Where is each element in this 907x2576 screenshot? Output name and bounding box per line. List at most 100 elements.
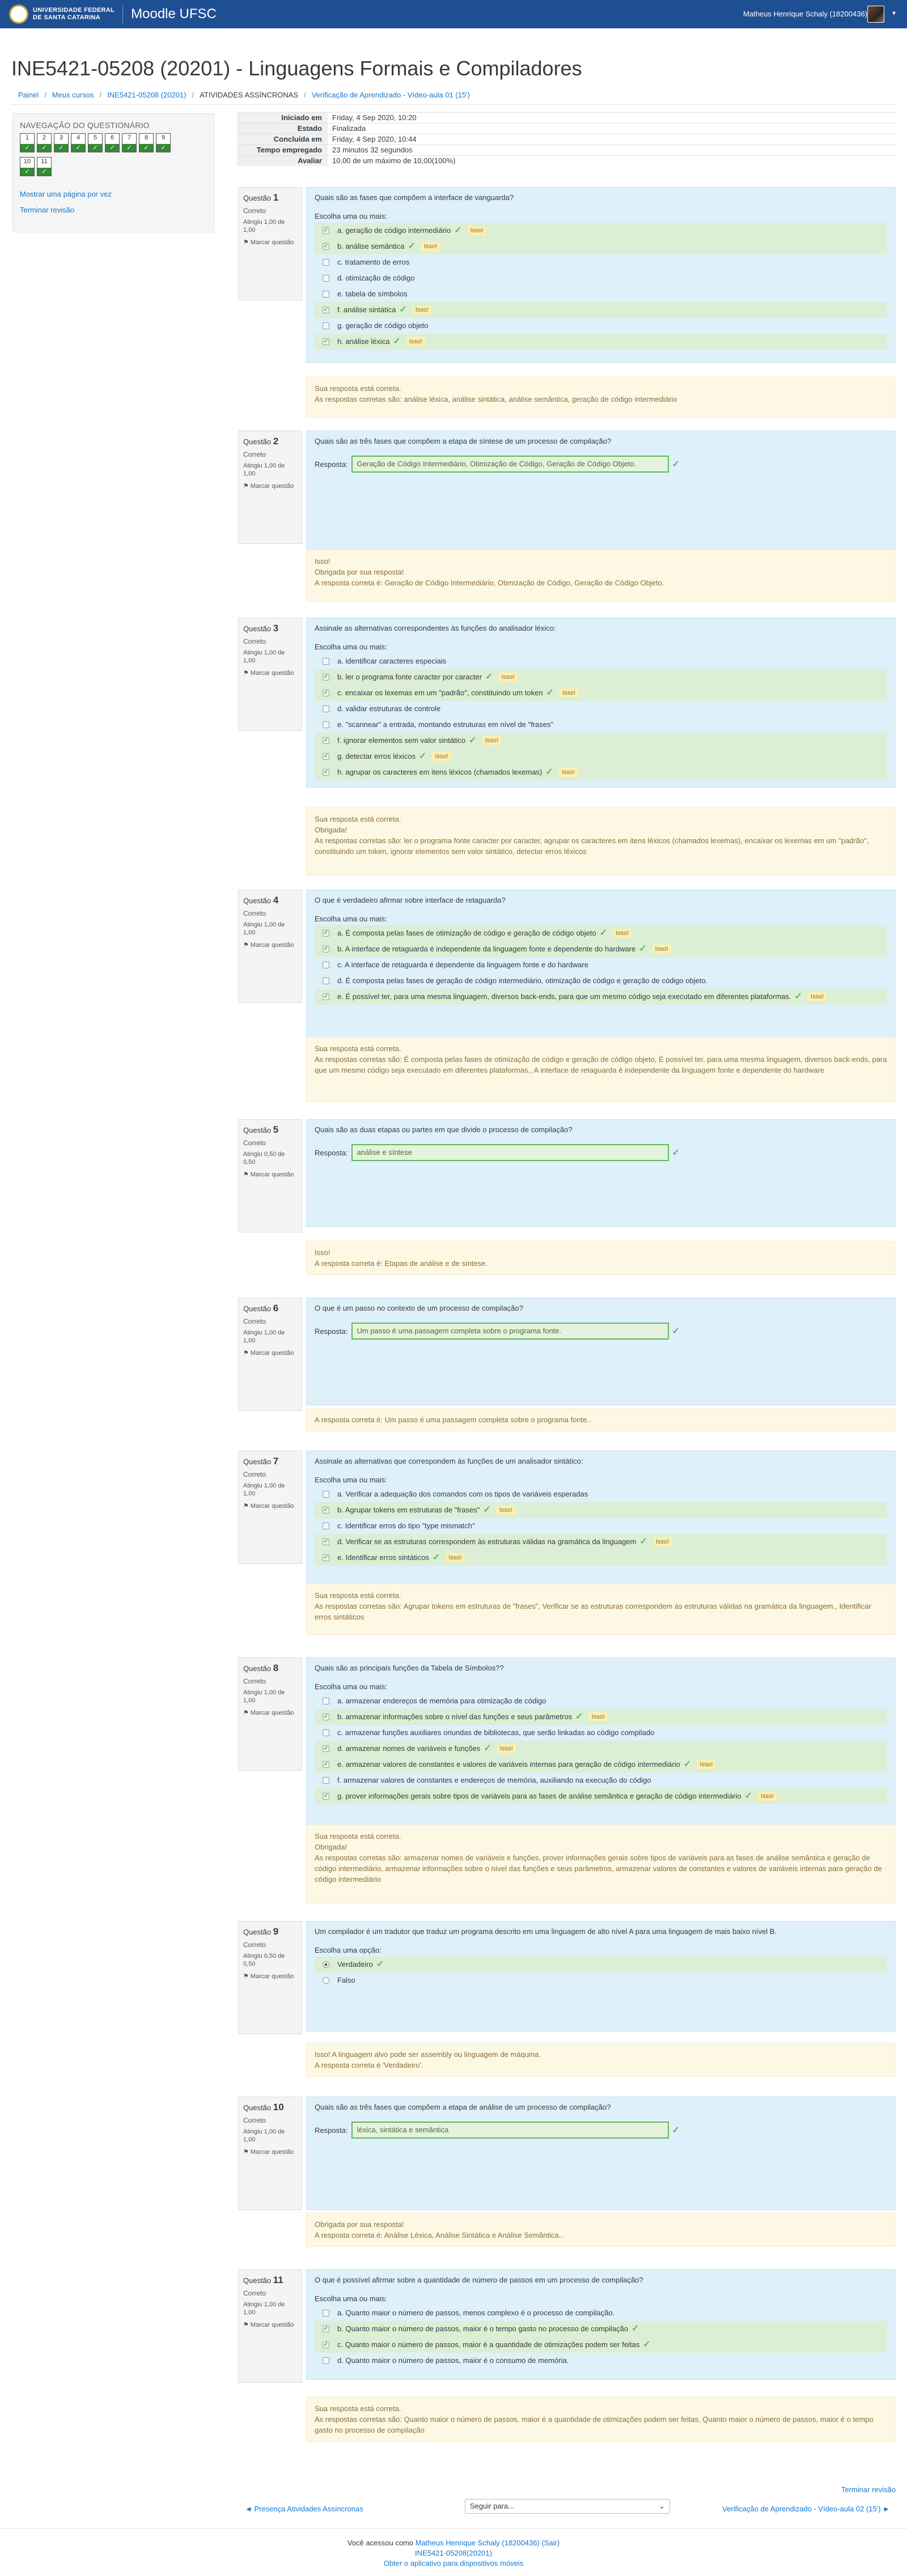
checkbox[interactable]: [323, 1761, 329, 1768]
answer-option[interactable]: Falso: [315, 1973, 887, 1988]
avatar[interactable]: [867, 6, 884, 23]
checkbox[interactable]: [323, 993, 329, 1000]
answer-option[interactable]: b. A interface de retaguarda é independe…: [315, 941, 887, 957]
jump-to-select[interactable]: Seguir para... ⌄: [465, 2499, 670, 2514]
answer-option[interactable]: h. análise léxica✓ Isso!: [315, 334, 887, 350]
checkbox[interactable]: [323, 291, 329, 297]
answer-option[interactable]: h. agrupar os caracteres em itens léxico…: [315, 764, 887, 780]
checkbox[interactable]: [323, 259, 329, 266]
quiz-nav-button[interactable]: 7 ✓: [122, 133, 137, 152]
quiz-nav-button[interactable]: 5 ✓: [88, 133, 103, 152]
answer-option[interactable]: c. tratamento de erros: [315, 254, 887, 270]
show-one-page-link[interactable]: Mostrar uma página por vez: [20, 190, 112, 198]
user-name[interactable]: Matheus Henrique Schaly (18200436): [743, 10, 867, 18]
radio-button[interactable]: [323, 1961, 329, 1968]
checkbox[interactable]: [323, 769, 329, 776]
checkbox[interactable]: [323, 1538, 329, 1545]
checkbox[interactable]: [323, 737, 329, 744]
answer-option[interactable]: d. Quanto maior o número de passos, maio…: [315, 2353, 887, 2369]
checkbox[interactable]: [323, 275, 329, 282]
brand[interactable]: UNIVERSIDADE FEDERAL DE SANTA CATARINA M…: [9, 5, 217, 24]
breadcrumb-my-courses[interactable]: Meus cursos: [52, 91, 94, 99]
answer-option[interactable]: a. identificar caracteres especiais: [315, 653, 887, 669]
answer-option[interactable]: c. A interface de retaguarda é dependent…: [315, 957, 887, 973]
answer-option[interactable]: a. Verificar a adequação dos comandos co…: [315, 1486, 887, 1502]
flag-question-button[interactable]: ⚑ Marcar questão: [243, 2148, 297, 2156]
next-activity-link[interactable]: Verificação de Aprendizado - Vídeo-aula …: [722, 2505, 890, 2513]
checkbox[interactable]: [323, 322, 329, 329]
flag-question-button[interactable]: ⚑ Marcar questão: [243, 2321, 297, 2329]
checkbox[interactable]: [323, 243, 329, 250]
answer-option[interactable]: g. prover informações gerais sobre tipos…: [315, 1788, 887, 1804]
checkbox[interactable]: [323, 1793, 329, 1800]
checkbox[interactable]: [323, 930, 329, 937]
checkbox[interactable]: [323, 227, 329, 234]
checkbox[interactable]: [323, 1507, 329, 1514]
checkbox[interactable]: [323, 962, 329, 968]
checkbox[interactable]: [323, 690, 329, 696]
answer-option[interactable]: Verdadeiro ✓: [315, 1957, 887, 1973]
flag-question-button[interactable]: ⚑ Marcar questão: [243, 669, 297, 677]
flag-question-button[interactable]: ⚑ Marcar questão: [243, 1502, 297, 1510]
answer-option[interactable]: b. análise semântica✓ Isso!: [315, 239, 887, 254]
checkbox[interactable]: [323, 2341, 329, 2348]
checkbox[interactable]: [323, 674, 329, 681]
answer-option[interactable]: e. É possível ter, para uma mesma lingua…: [315, 989, 887, 1005]
breadcrumb-quiz[interactable]: Verificação de Aprendizado - Vídeo-aula …: [312, 91, 470, 99]
checkbox[interactable]: [323, 2310, 329, 2316]
quiz-nav-button[interactable]: 2 ✓: [37, 133, 52, 152]
answer-option[interactable]: g. geração de código objeto: [315, 318, 887, 334]
answer-option[interactable]: c. encaixar os lexemas em um "padrão", c…: [315, 685, 887, 701]
flag-question-button[interactable]: ⚑ Marcar questão: [243, 1349, 297, 1357]
mobile-app-link[interactable]: Obter o aplicativo para dispositivos móv…: [384, 2559, 523, 2568]
footer-course-link[interactable]: INE5421-05208(20201): [415, 2549, 492, 2557]
checkbox[interactable]: [323, 338, 329, 345]
answer-option[interactable]: a. armazenar endereços de memória para o…: [315, 1693, 887, 1709]
answer-option[interactable]: b. armazenar informações sobre o nível d…: [315, 1709, 887, 1725]
checkbox[interactable]: [323, 307, 329, 313]
answer-option[interactable]: e. Identificar erros sintáticos✓ Isso!: [315, 1550, 887, 1566]
answer-option[interactable]: e. "scannear" a entrada, montando estrut…: [315, 717, 887, 733]
answer-option[interactable]: b. Agrupar tokens em estruturas de "fras…: [315, 1502, 887, 1518]
checkbox[interactable]: [323, 946, 329, 953]
answer-option[interactable]: e. tabela de símbolos: [315, 286, 887, 302]
answer-option[interactable]: d. armazenar nomes de variáveis e funçõe…: [315, 1741, 887, 1757]
previous-activity-link[interactable]: ◄ Presença Atividades Assíncronas: [245, 2505, 363, 2513]
finish-review-link[interactable]: Terminar revisão: [20, 206, 74, 214]
answer-option[interactable]: a. É composta pelas fases de otimização …: [315, 925, 887, 941]
quiz-nav-button[interactable]: 1 ✓: [20, 133, 35, 152]
checkbox[interactable]: [323, 2326, 329, 2332]
answer-option[interactable]: a. geração de código intermediário✓ Isso!: [315, 223, 887, 239]
answer-option[interactable]: g. detectar erros léxicos✓ Isso!: [315, 749, 887, 764]
logout-link[interactable]: (Sair): [541, 2539, 560, 2547]
checkbox[interactable]: [323, 1554, 329, 1561]
quiz-nav-button[interactable]: 3 ✓: [54, 133, 69, 152]
answer-option[interactable]: a. Quanto maior o número de passos, meno…: [315, 2305, 887, 2321]
checkbox[interactable]: [323, 1714, 329, 1720]
quiz-nav-button[interactable]: 11 ✓: [37, 157, 52, 176]
quiz-nav-button[interactable]: 8 ✓: [139, 133, 154, 152]
answer-option[interactable]: f. armazenar valores de constantes e end…: [315, 1772, 887, 1788]
answer-option[interactable]: b. ler o programa fonte caracter por car…: [315, 669, 887, 685]
breadcrumb-painel[interactable]: Painel: [18, 91, 39, 99]
answer-option[interactable]: d. otimização de código: [315, 270, 887, 286]
answer-option[interactable]: d. Verificar se as estruturas correspond…: [315, 1534, 887, 1550]
checkbox[interactable]: [323, 753, 329, 760]
answer-option[interactable]: d. É composta pelas fases de geração de …: [315, 973, 887, 989]
quiz-nav-button[interactable]: 10 ✓: [20, 157, 35, 176]
answer-option[interactable]: c. Identificar erros do tipo "type misma…: [315, 1518, 887, 1534]
answer-option[interactable]: f. análise sintática✓ Isso!: [315, 302, 887, 318]
site-name[interactable]: Moodle UFSC: [131, 6, 217, 22]
quiz-nav-button[interactable]: 4 ✓: [71, 133, 86, 152]
quiz-nav-button[interactable]: 9 ✓: [156, 133, 171, 152]
answer-input[interactable]: Um passo é uma passagem completa sobre o…: [351, 1323, 669, 1340]
checkbox[interactable]: [323, 658, 329, 665]
footer-user-link[interactable]: Matheus Henrique Schaly (18200436): [416, 2539, 540, 2547]
checkbox[interactable]: [323, 1523, 329, 1529]
checkbox[interactable]: [323, 1745, 329, 1752]
checkbox[interactable]: [323, 1777, 329, 1784]
flag-question-button[interactable]: ⚑ Marcar questão: [243, 1709, 297, 1717]
flag-question-button[interactable]: ⚑ Marcar questão: [243, 1973, 297, 1980]
flag-question-button[interactable]: ⚑ Marcar questão: [243, 482, 297, 490]
checkbox[interactable]: [323, 2357, 329, 2364]
